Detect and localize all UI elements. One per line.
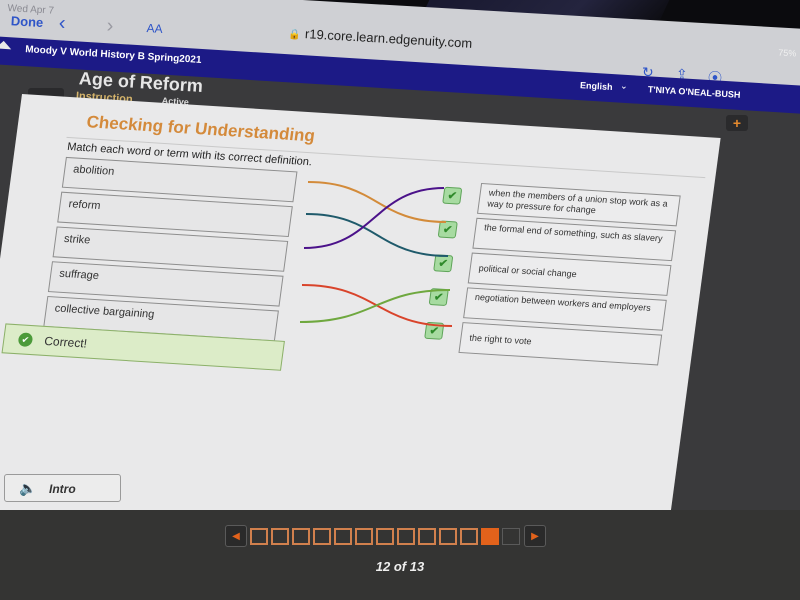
page-indicator-10[interactable] [439, 527, 457, 545]
term-label: collective bargaining [53, 302, 156, 321]
back-icon[interactable]: ‹ [58, 12, 66, 35]
pager: ◀ ▶ [225, 525, 546, 547]
previous-page-button[interactable]: ◀ [225, 525, 247, 547]
done-button[interactable]: Done [10, 13, 43, 30]
page-count: 12 of 13 [375, 559, 425, 574]
screen: Wed Apr 7 Done ‹ › AA 🔒 r19.core.learn.ed… [0, 0, 800, 600]
language-select[interactable]: English [580, 80, 613, 92]
user-name[interactable]: T'NIYA O'NEAL-BUSH [648, 84, 741, 100]
chevron-down-icon[interactable]: ⌄ [620, 81, 628, 92]
term-label: abolition [72, 163, 116, 178]
battery-level: 75% [777, 47, 797, 59]
term-label: strike [63, 232, 92, 247]
definition-label: the right to vote [468, 332, 533, 347]
page-indicator-12[interactable] [481, 527, 499, 545]
check-icon[interactable]: ✔ [437, 220, 458, 239]
term-label: reform [67, 198, 102, 213]
url-text: r19.core.learn.edgenuity.com [304, 26, 473, 51]
intro-button[interactable]: 🔈 Intro [4, 474, 121, 502]
page-indicator-3[interactable] [292, 527, 310, 545]
lock-icon: 🔒 [288, 29, 302, 41]
page-indicator-9[interactable] [418, 527, 436, 545]
definition-label: negotiation between workers and employer… [474, 291, 652, 313]
check-icon[interactable]: ✔ [424, 321, 445, 340]
definition-label: the formal end of something, such as sla… [483, 222, 664, 244]
page-indicator-13[interactable] [502, 527, 520, 545]
check-icon[interactable]: ✔ [433, 254, 454, 273]
home-icon[interactable] [0, 40, 12, 50]
page-indicator-2[interactable] [271, 527, 289, 545]
page-indicator-7[interactable] [376, 527, 394, 545]
course-title: Moody V World History B Spring2021 [24, 44, 202, 66]
forward-icon[interactable]: › [106, 15, 114, 38]
footer-bar [0, 510, 800, 600]
next-page-button[interactable]: ▶ [524, 525, 546, 547]
feedback-text: Correct! [43, 333, 88, 351]
speaker-icon: 🔈 [19, 480, 37, 496]
intro-label: Intro [49, 482, 76, 496]
page-indicator-8[interactable] [397, 527, 415, 545]
page-indicator-11[interactable] [460, 527, 478, 545]
definition-label: political or social change [478, 263, 578, 280]
add-button[interactable]: + [726, 115, 748, 131]
text-size-button[interactable]: AA [146, 21, 163, 36]
check-circle-icon: ✔ [17, 332, 34, 348]
page-indicator-1[interactable] [250, 527, 268, 545]
page-indicator-5[interactable] [334, 527, 352, 545]
page-indicator-4[interactable] [313, 527, 331, 545]
definition-label: when the members of a union stop work as… [486, 187, 669, 216]
page-indicators [247, 527, 520, 545]
check-icon[interactable]: ✔ [428, 288, 449, 307]
check-icon[interactable]: ✔ [442, 186, 463, 205]
term-label: suffrage [58, 267, 100, 283]
url-bar[interactable]: 🔒 r19.core.learn.edgenuity.com [288, 25, 472, 51]
page-indicator-6[interactable] [355, 527, 373, 545]
